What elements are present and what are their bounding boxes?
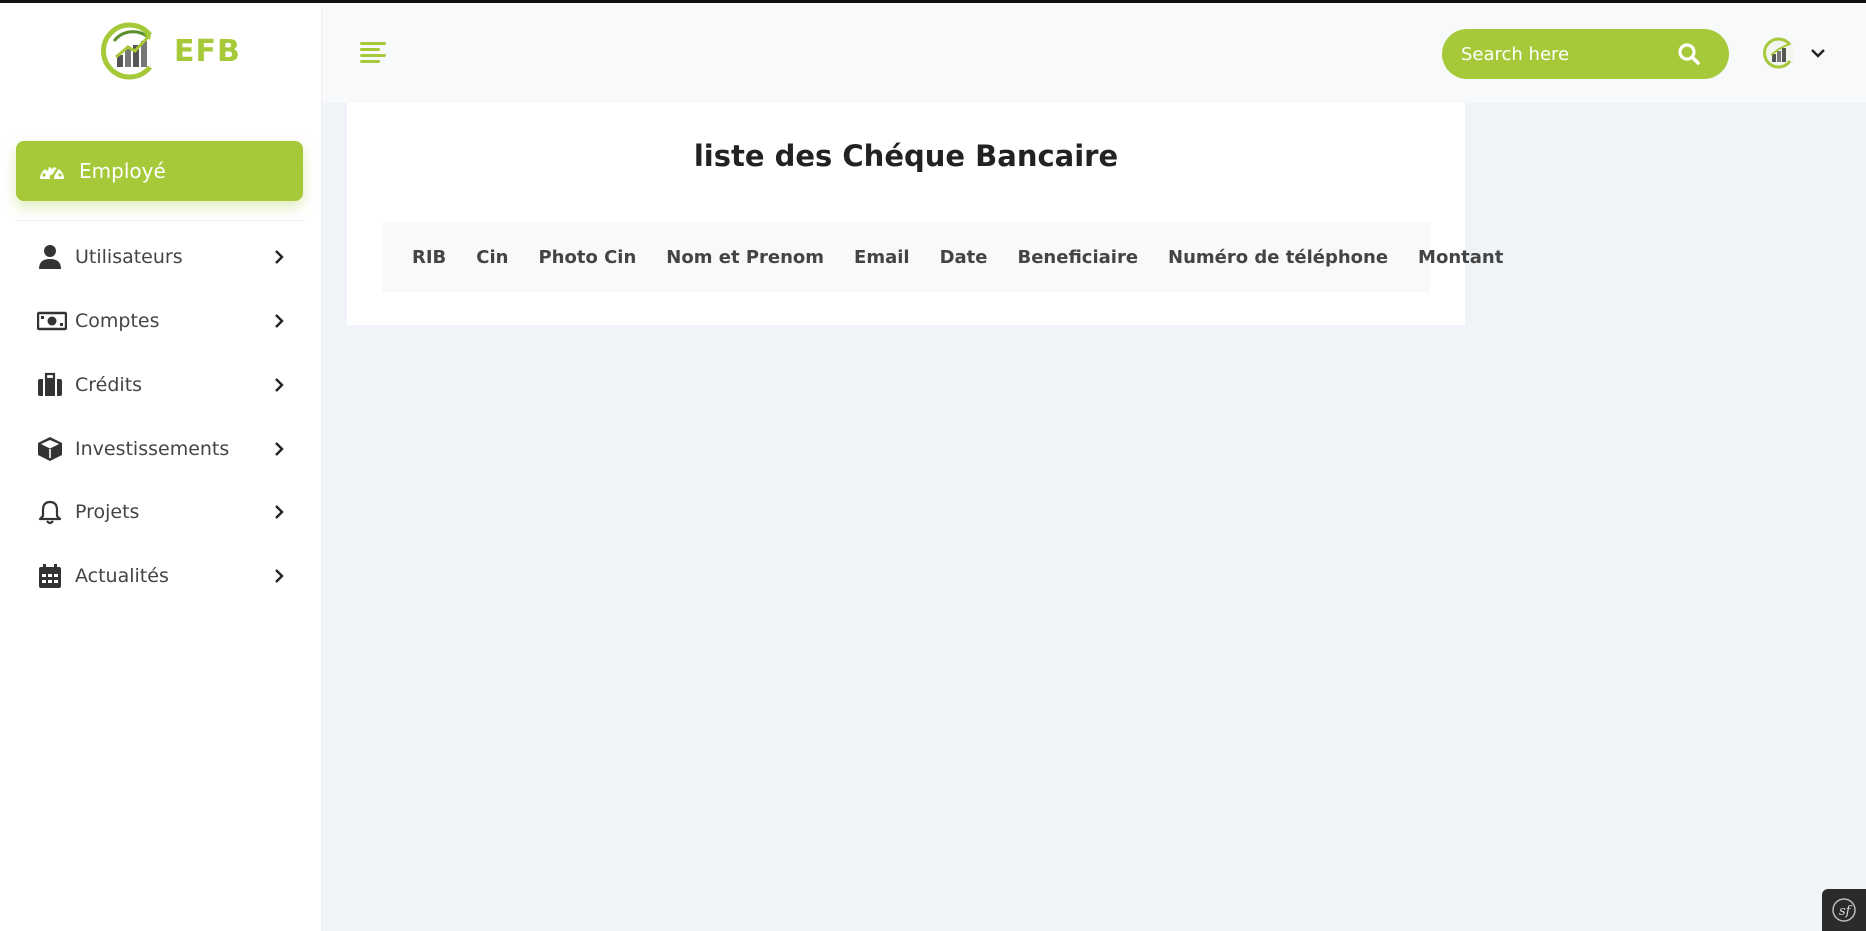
sidebar-divider bbox=[16, 220, 303, 221]
sidebar-item-credits[interactable]: Crédits bbox=[0, 357, 322, 413]
dashboard-gauge-icon bbox=[40, 165, 64, 180]
sidebar-item-projets[interactable]: Projets bbox=[0, 484, 322, 540]
column-header-nom-prenom: Nom et Prenom bbox=[666, 246, 825, 268]
calendar-icon bbox=[39, 564, 61, 588]
symfony-debug-toolbar[interactable]: sf bbox=[1822, 889, 1866, 931]
search-bar bbox=[1442, 29, 1729, 79]
search-icon[interactable] bbox=[1677, 42, 1701, 66]
user-avatar-icon bbox=[1763, 37, 1795, 69]
sidebar-item-investissements[interactable]: Investissements bbox=[0, 421, 322, 477]
chevron-right-icon bbox=[275, 314, 284, 328]
chevron-right-icon bbox=[275, 505, 284, 519]
cube-icon bbox=[38, 437, 62, 461]
hamburger-icon[interactable] bbox=[358, 38, 388, 68]
user-icon bbox=[39, 245, 61, 269]
page-title: liste des Chéque Bancaire bbox=[693, 139, 1119, 173]
sidebar-item-label: Utilisateurs bbox=[75, 246, 183, 268]
user-menu[interactable] bbox=[1762, 36, 1826, 70]
chevron-right-icon bbox=[275, 442, 284, 456]
search-input[interactable] bbox=[1461, 43, 1681, 65]
sidebar-item-utilisateurs[interactable]: Utilisateurs bbox=[0, 229, 322, 285]
sidebar-item-employe[interactable]: Employé bbox=[16, 141, 303, 201]
column-header-photo-cin: Photo Cin bbox=[538, 246, 637, 268]
logo[interactable]: EFB bbox=[100, 21, 241, 81]
sidebar-item-label: Actualités bbox=[75, 565, 169, 587]
sidebar-item-label: Investissements bbox=[75, 438, 230, 460]
column-header-email: Email bbox=[854, 246, 910, 268]
chevron-right-icon bbox=[275, 250, 284, 264]
svg-text:sf: sf bbox=[1839, 904, 1853, 919]
column-header-cin: Cin bbox=[476, 246, 509, 268]
money-bill-icon bbox=[37, 311, 67, 331]
column-header-beneficiaire: Beneficiaire bbox=[1017, 246, 1139, 268]
sidebar-item-label: Employé bbox=[79, 159, 166, 183]
briefcase-icon bbox=[38, 372, 62, 396]
table-header: RIB Cin Photo Cin Nom et Prenom Email Da… bbox=[382, 222, 1503, 292]
sidebar-item-label: Comptes bbox=[75, 310, 160, 332]
chevron-right-icon bbox=[275, 378, 284, 392]
sidebar-item-comptes[interactable]: Comptes bbox=[0, 293, 322, 349]
symfony-icon: sf bbox=[1832, 898, 1856, 922]
logo-icon bbox=[101, 22, 152, 80]
column-header-telephone: Numéro de téléphone bbox=[1168, 246, 1389, 268]
logo-text: EFB bbox=[174, 33, 241, 69]
sidebar: EFB Employé Utilisateurs Comptes Crédits… bbox=[0, 3, 322, 931]
bell-icon bbox=[38, 500, 62, 525]
sidebar-item-label: Crédits bbox=[75, 374, 143, 396]
top-header bbox=[322, 3, 1866, 103]
column-header-montant: Montant bbox=[1418, 246, 1504, 268]
sidebar-item-label: Projets bbox=[75, 501, 140, 523]
cheque-list-card: liste des Chéque Bancaire RIB Cin Photo … bbox=[347, 103, 1503, 325]
sidebar-item-actualites[interactable]: Actualités bbox=[0, 548, 322, 604]
chevron-right-icon bbox=[275, 569, 284, 583]
column-header-rib: RIB bbox=[412, 246, 447, 268]
chevron-down-icon bbox=[1811, 49, 1825, 58]
column-header-date: Date bbox=[939, 246, 988, 268]
